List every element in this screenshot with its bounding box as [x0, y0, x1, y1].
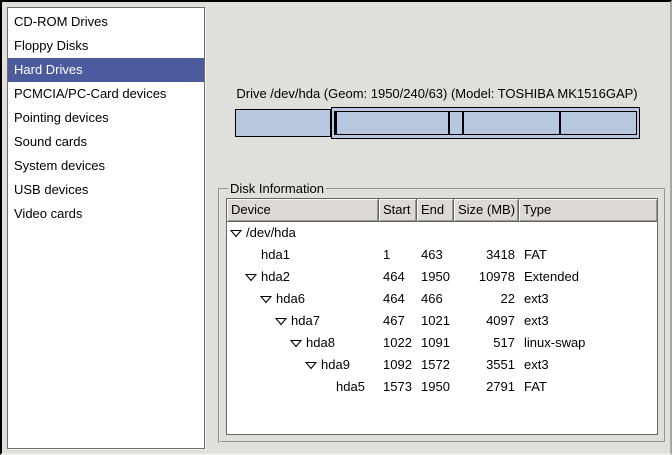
drive-partition-map — [235, 107, 640, 139]
sidebar-item-usb-devices[interactable]: USB devices — [8, 178, 204, 202]
size-cell — [454, 222, 519, 244]
expander-icon[interactable] — [275, 317, 289, 326]
device-name: hda6 — [274, 288, 305, 310]
start-cell: 464 — [379, 266, 417, 288]
expander-icon[interactable] — [290, 339, 304, 348]
size-cell: 3418 — [454, 244, 519, 266]
device-cell: hda9 — [227, 354, 379, 376]
disk-information-legend: Disk Information — [228, 181, 326, 196]
size-cell: 2791 — [454, 376, 519, 398]
end-cell: 1091 — [417, 332, 454, 354]
start-cell: 1 — [379, 244, 417, 266]
partition-table-body: /dev/hda hda1 1 463 3418 FAT — [227, 222, 657, 398]
tree-indent — [227, 277, 245, 278]
hardware-browser-window: { "sidebar": { "items": [ {"label": "CD-… — [0, 0, 672, 455]
size-cell: 10978 — [454, 266, 519, 288]
end-cell: 466 — [417, 288, 454, 310]
tree-indent — [227, 387, 320, 388]
sidebar-item-sound-cards[interactable]: Sound cards — [8, 130, 204, 154]
partition-segment-hda8 — [449, 111, 463, 135]
start-cell: 1092 — [379, 354, 417, 376]
type-cell: linux-swap — [519, 332, 657, 354]
table-row--dev-hda[interactable]: /dev/hda — [227, 222, 657, 244]
partition-segment-hda5 — [560, 111, 637, 135]
expander-icon[interactable] — [305, 361, 319, 370]
disk-information-group: Disk Information DeviceStartEndSize (MB)… — [218, 181, 666, 443]
device-name: hda8 — [304, 332, 335, 354]
type-cell: FAT — [519, 244, 657, 266]
end-cell: 1950 — [417, 376, 454, 398]
end-cell: 1572 — [417, 354, 454, 376]
column-header-end[interactable]: End — [417, 199, 454, 221]
device-cell: /dev/hda — [227, 222, 379, 244]
start-cell — [379, 222, 417, 244]
device-category-list: CD-ROM DrivesFloppy DisksHard DrivesPCMC… — [7, 7, 205, 449]
expander-icon[interactable] — [260, 295, 274, 304]
size-cell: 3551 — [454, 354, 519, 376]
device-name: hda2 — [259, 266, 290, 288]
size-cell: 22 — [454, 288, 519, 310]
end-cell: 1021 — [417, 310, 454, 332]
table-row-hda6[interactable]: hda6 464 466 22 ext3 — [227, 288, 657, 310]
sidebar-item-pcmcia-pc-card-devices[interactable]: PCMCIA/PC-Card devices — [8, 82, 204, 106]
sidebar-item-video-cards[interactable]: Video cards — [8, 202, 204, 226]
size-cell: 4097 — [454, 310, 519, 332]
type-cell: ext3 — [519, 354, 657, 376]
partition-table-header: DeviceStartEndSize (MB)Type — [227, 199, 657, 222]
column-header-device[interactable]: Device — [227, 199, 379, 221]
start-cell: 1022 — [379, 332, 417, 354]
table-row-hda7[interactable]: hda7 467 1021 4097 ext3 — [227, 310, 657, 332]
device-cell: hda2 — [227, 266, 379, 288]
device-cell: hda1 — [227, 244, 379, 266]
type-cell: ext3 — [519, 288, 657, 310]
end-cell — [417, 222, 454, 244]
sidebar-item-floppy-disks[interactable]: Floppy Disks — [8, 34, 204, 58]
tree-indent — [227, 365, 305, 366]
column-header-type[interactable]: Type — [519, 199, 657, 221]
drive-description-label: Drive /dev/hda (Geom: 1950/240/63) (Mode… — [231, 86, 643, 101]
device-cell: hda5 — [227, 376, 379, 398]
column-header-start[interactable]: Start — [379, 199, 417, 221]
partition-segment-hda2 — [331, 107, 640, 139]
hard-drives-panel: Drive /dev/hda (Geom: 1950/240/63) (Mode… — [207, 2, 672, 453]
start-cell: 464 — [379, 288, 417, 310]
table-row-hda5[interactable]: hda5 1573 1950 2791 FAT — [227, 376, 657, 398]
device-name: hda9 — [319, 354, 350, 376]
device-cell: hda6 — [227, 288, 379, 310]
partition-segment-hda9 — [463, 111, 561, 135]
type-cell — [519, 222, 657, 244]
size-cell: 517 — [454, 332, 519, 354]
partition-segment-hda7 — [336, 111, 449, 135]
device-name: hda1 — [259, 244, 290, 266]
tree-indent — [227, 343, 290, 344]
sidebar-item-cd-rom-drives[interactable]: CD-ROM Drives — [8, 10, 204, 34]
start-cell: 467 — [379, 310, 417, 332]
table-row-hda9[interactable]: hda9 1092 1572 3551 ext3 — [227, 354, 657, 376]
end-cell: 463 — [417, 244, 454, 266]
end-cell: 1950 — [417, 266, 454, 288]
device-name: /dev/hda — [244, 222, 296, 244]
start-cell: 1573 — [379, 376, 417, 398]
expander-icon[interactable] — [230, 229, 244, 238]
column-header-size-mb-[interactable]: Size (MB) — [454, 199, 519, 221]
device-name: hda7 — [289, 310, 320, 332]
table-row-hda1[interactable]: hda1 1 463 3418 FAT — [227, 244, 657, 266]
tree-indent — [227, 299, 260, 300]
type-cell: FAT — [519, 376, 657, 398]
sidebar-item-pointing-devices[interactable]: Pointing devices — [8, 106, 204, 130]
tree-indent — [227, 255, 245, 256]
device-cell: hda8 — [227, 332, 379, 354]
partition-table: DeviceStartEndSize (MB)Type /dev/hda hda… — [226, 198, 658, 435]
device-name: hda5 — [334, 376, 365, 398]
sidebar-item-system-devices[interactable]: System devices — [8, 154, 204, 178]
type-cell: ext3 — [519, 310, 657, 332]
type-cell: Extended — [519, 266, 657, 288]
table-row-hda8[interactable]: hda8 1022 1091 517 linux-swap — [227, 332, 657, 354]
tree-indent — [227, 321, 275, 322]
partition-segment-hda1 — [235, 109, 331, 137]
sidebar-item-hard-drives[interactable]: Hard Drives — [8, 58, 204, 82]
device-cell: hda7 — [227, 310, 379, 332]
expander-icon[interactable] — [245, 273, 259, 282]
table-row-hda2[interactable]: hda2 464 1950 10978 Extended — [227, 266, 657, 288]
